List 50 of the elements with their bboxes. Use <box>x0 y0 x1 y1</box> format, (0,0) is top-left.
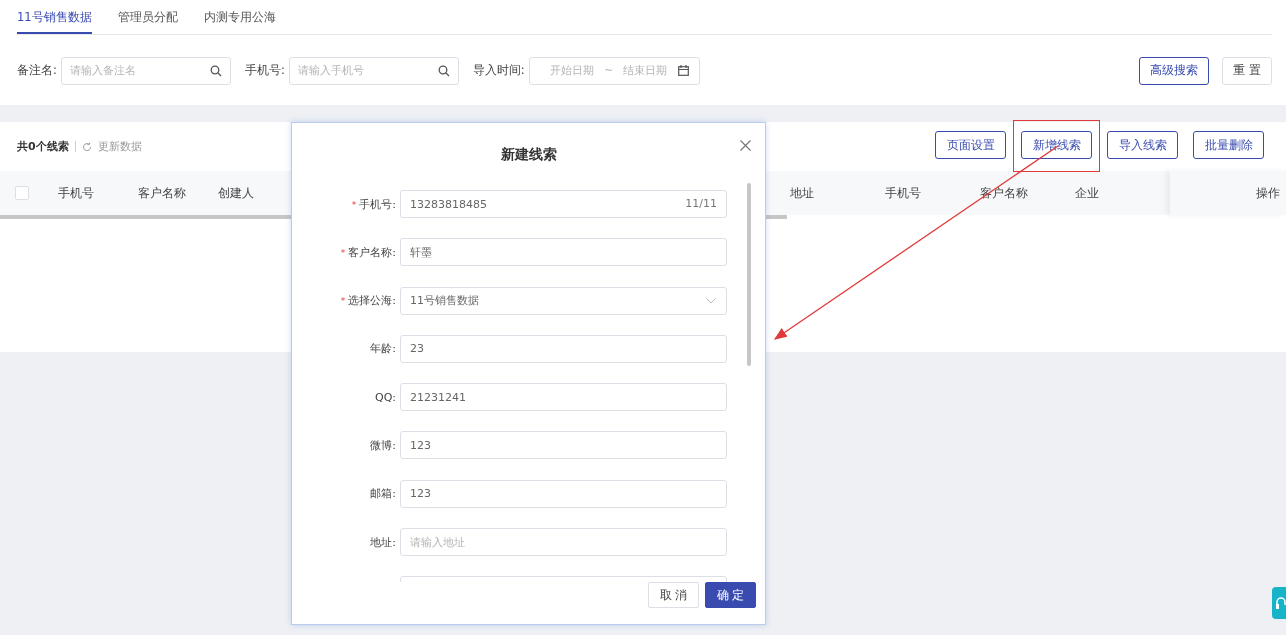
headset-icon[interactable] <box>1272 587 1286 619</box>
tab[interactable]: 11号销售数据 <box>17 0 92 34</box>
input-field[interactable]: 请输入地址 <box>400 528 727 557</box>
toolbar-button[interactable]: 批量删除 <box>1193 131 1264 159</box>
lead-count: 共0个线索 <box>17 139 69 154</box>
chevron-down-icon <box>706 297 716 304</box>
column-header: 手机号 <box>885 185 922 201</box>
cancel-button[interactable]: 取 消 <box>648 582 699 608</box>
tab[interactable]: 内测专用公海 <box>203 0 276 34</box>
column-header: 企业 <box>1075 185 1100 201</box>
column-header: 手机号 <box>58 185 95 201</box>
toolbar-button[interactable]: 页面设置 <box>935 131 1006 159</box>
input-field[interactable]: 23 <box>400 334 727 363</box>
search-field[interactable]: 请输入手机号 <box>288 56 459 85</box>
input-field[interactable]: 21231241 <box>400 383 727 412</box>
scrollbar[interactable] <box>747 183 751 366</box>
filter-label: 备注名: <box>17 63 57 78</box>
column-header: 客户名称 <box>138 185 187 201</box>
input-field[interactable]: 轩墨 <box>400 238 727 267</box>
calendar-icon <box>677 65 689 76</box>
tab[interactable]: 管理员分配 <box>117 0 178 34</box>
toolbar-button[interactable]: 导入线索 <box>1107 131 1178 159</box>
search-icon <box>437 64 450 77</box>
select-field[interactable]: 11号销售数据 <box>400 286 727 315</box>
field-label: 地址: <box>370 535 396 549</box>
confirm-button[interactable]: 确 定 <box>705 582 756 608</box>
field-label: 年龄: <box>370 342 396 356</box>
field-label: * 客户名称: <box>340 245 396 259</box>
filter-label: 导入时间: <box>472 63 525 78</box>
refresh-icon[interactable] <box>81 141 92 152</box>
column-header: 地址 <box>790 185 815 201</box>
field-label: * 选择公海: <box>340 294 396 308</box>
input-field[interactable]: 123 <box>400 479 727 508</box>
search-icon <box>209 64 222 77</box>
checkbox[interactable] <box>15 186 29 200</box>
filter-label: 手机号: <box>244 63 285 78</box>
field-label: * 手机号: <box>351 197 396 211</box>
dialog-title: 新建线索 <box>500 145 557 164</box>
character-counter: 11/11 <box>685 197 717 210</box>
column-header: 操作 <box>1256 185 1280 201</box>
toolbar-button[interactable]: 新增线索 <box>1021 131 1092 159</box>
close-icon[interactable] <box>740 140 751 151</box>
field-label: 邮箱: <box>370 487 396 501</box>
column-header: 创建人 <box>218 185 255 201</box>
search-field[interactable]: 请输入备注名 <box>60 56 231 85</box>
field-label: 微博: <box>370 439 396 452</box>
input-field[interactable]: 123 <box>400 431 727 460</box>
reset-button[interactable]: 重 置 <box>1222 56 1272 85</box>
field-label: QQ: <box>374 390 396 404</box>
advanced-search-button[interactable]: 高级搜索 <box>1139 56 1210 85</box>
